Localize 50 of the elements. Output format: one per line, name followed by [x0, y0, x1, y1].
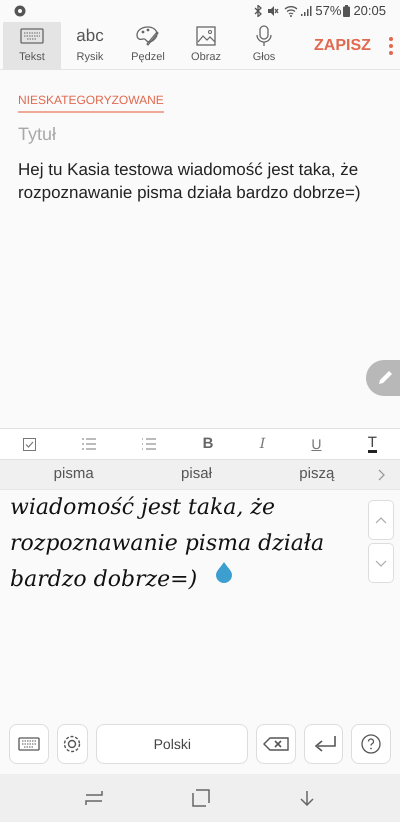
toolbar-tab[interactable]: Pędzel: [119, 22, 177, 69]
language-button[interactable]: Polski: [96, 724, 248, 764]
clock: 20:05: [353, 2, 386, 20]
toolbar-tab[interactable]: Obraz: [177, 22, 235, 69]
suggestion-chip[interactable]: piszą: [299, 463, 334, 486]
keyboard-button[interactable]: [9, 724, 49, 764]
handwritten-line: rozpoznawanie pisma działa: [10, 530, 326, 558]
numbered-list-icon[interactable]: [142, 438, 156, 450]
chevron-down-icon: [375, 560, 387, 566]
mute-icon: [267, 5, 280, 17]
enter-button[interactable]: [304, 724, 344, 764]
battery-level: 57%: [315, 2, 342, 20]
image-icon: [196, 26, 216, 46]
settings-button[interactable]: [56, 724, 88, 764]
recent-apps-icon[interactable]: [84, 790, 103, 806]
help-icon: [361, 734, 382, 754]
chevron-right-icon[interactable]: [378, 468, 386, 480]
suggestion-chip[interactable]: pisał: [181, 463, 212, 486]
backspace-icon: [263, 737, 290, 751]
underline-button[interactable]: U: [311, 434, 322, 454]
keyboard-icon: [18, 737, 40, 751]
bullet-list-icon[interactable]: [82, 438, 96, 450]
toolbar-tab[interactable]: abc Rysik: [61, 22, 119, 69]
toolbar-tab[interactable]: Tekst: [3, 22, 61, 69]
back-arrow-icon[interactable]: [299, 790, 316, 806]
battery-icon: [343, 5, 350, 17]
handwriting-icon: abc: [76, 26, 104, 46]
home-icon[interactable]: [192, 789, 210, 807]
suggestion-chip[interactable]: pisma: [54, 463, 94, 486]
backspace-button[interactable]: [256, 724, 296, 764]
title-field[interactable]: Tytuł: [18, 121, 382, 148]
bold-button[interactable]: B: [202, 432, 214, 456]
signal-icon: [300, 5, 312, 17]
pen-icon: [376, 369, 394, 387]
help-button[interactable]: [351, 724, 391, 764]
toolbar-tab[interactable]: Głos: [235, 22, 293, 69]
handwritten-line: bardzo dobrze=): [10, 566, 198, 594]
app-notification-icon: [14, 5, 26, 17]
wifi-icon: [284, 5, 298, 17]
bluetooth-icon: [254, 5, 262, 17]
handwritten-line: wiadomość jest taka, że: [10, 494, 276, 522]
checklist-icon[interactable]: [23, 438, 36, 450]
keyboard-icon: [20, 28, 44, 44]
palette-icon: [136, 24, 160, 47]
chevron-up-icon: [375, 516, 387, 524]
color-button[interactable]: T: [368, 435, 377, 453]
note-body-text: Hej tu Kasia testowa wiadomość jest taka, że rozpoznawanie pisma działa bardzo dobrze=): [18, 159, 362, 204]
italic-button[interactable]: I: [260, 434, 266, 454]
microphone-icon: [256, 24, 272, 47]
cursor-handle-icon[interactable]: [214, 562, 234, 584]
